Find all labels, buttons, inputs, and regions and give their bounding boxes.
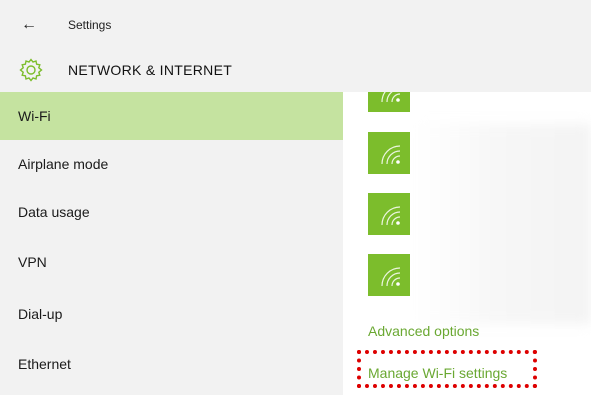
sidebar-item-label: VPN [18, 254, 47, 270]
network-item[interactable] [368, 193, 410, 235]
network-item[interactable] [368, 254, 410, 296]
sidebar: Wi-Fi Airplane mode Data usage VPN Dial-… [0, 92, 343, 395]
page-header: NETWORK & INTERNET [0, 48, 591, 92]
sidebar-item-data-usage[interactable]: Data usage [0, 188, 343, 236]
sidebar-item-label: Airplane mode [18, 156, 109, 172]
wifi-signal-icon [381, 92, 401, 103]
sidebar-item-wifi[interactable]: Wi-Fi [0, 92, 343, 140]
window-title: Settings [68, 18, 112, 32]
network-list-blurred [415, 124, 591, 324]
back-arrow-icon: ← [21, 16, 37, 33]
wifi-signal-icon [381, 145, 401, 165]
advanced-options-link[interactable]: Advanced options [368, 323, 479, 339]
wifi-signal-icon [381, 206, 401, 226]
title-bar: ← Settings [0, 0, 591, 48]
back-button[interactable]: ← [18, 14, 40, 36]
sidebar-item-label: Wi-Fi [18, 108, 51, 124]
gear-icon [19, 58, 43, 82]
sidebar-item-label: Dial-up [18, 306, 63, 322]
manage-wifi-settings-link[interactable]: Manage Wi-Fi settings [368, 365, 507, 381]
sidebar-item-airplane-mode[interactable]: Airplane mode [0, 140, 343, 188]
sidebar-item-ethernet[interactable]: Ethernet [0, 340, 343, 388]
content-pane: Advanced options Manage Wi-Fi settings [343, 92, 591, 395]
network-item[interactable] [368, 92, 410, 112]
network-item[interactable] [368, 132, 410, 174]
sidebar-item-label: Data usage [18, 204, 90, 220]
sidebar-item-vpn[interactable]: VPN [0, 238, 343, 286]
page-title: NETWORK & INTERNET [68, 62, 233, 78]
settings-window: ← Settings NETWORK & INTERNET Wi-Fi Airp… [0, 0, 591, 395]
sidebar-item-dial-up[interactable]: Dial-up [0, 290, 343, 338]
wifi-signal-icon [381, 267, 401, 287]
sidebar-item-label: Ethernet [18, 356, 71, 372]
